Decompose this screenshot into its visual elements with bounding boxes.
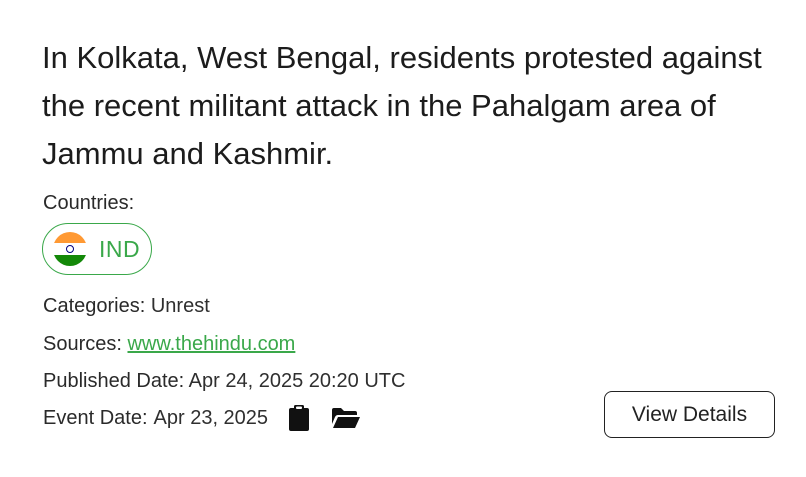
event-date-row: Event Date: Apr 23, 2025 [43, 403, 362, 433]
categories-value: Unrest [150, 295, 210, 317]
view-details-button[interactable]: View Details [604, 391, 775, 438]
event-date-value: Apr 23, 2025 [153, 407, 269, 429]
published-date-value: Apr 24, 2025 20:20 UTC [188, 370, 406, 392]
india-flag-icon [53, 232, 87, 266]
sources-label: Sources: [43, 333, 128, 355]
sources-row: Sources: www.thehindu.com [43, 331, 295, 357]
event-card: In Kolkata, West Bengal, residents prote… [0, 0, 806, 477]
folder-open-icon[interactable] [330, 406, 362, 430]
published-date-label: Published Date: [43, 370, 189, 392]
country-chip-ind[interactable]: IND [42, 223, 152, 275]
event-headline: In Kolkata, West Bengal, residents prote… [42, 40, 762, 171]
source-link[interactable]: www.thehindu.com [127, 333, 295, 355]
event-date-label: Event Date: [43, 407, 148, 429]
published-date-row: Published Date: Apr 24, 2025 20:20 UTC [43, 368, 405, 394]
categories-label: Categories: [43, 295, 151, 317]
categories-row: Categories: Unrest [43, 293, 210, 319]
country-code: IND [99, 235, 141, 262]
countries-label: Countries: [43, 192, 135, 214]
clipboard-icon[interactable] [286, 403, 312, 433]
